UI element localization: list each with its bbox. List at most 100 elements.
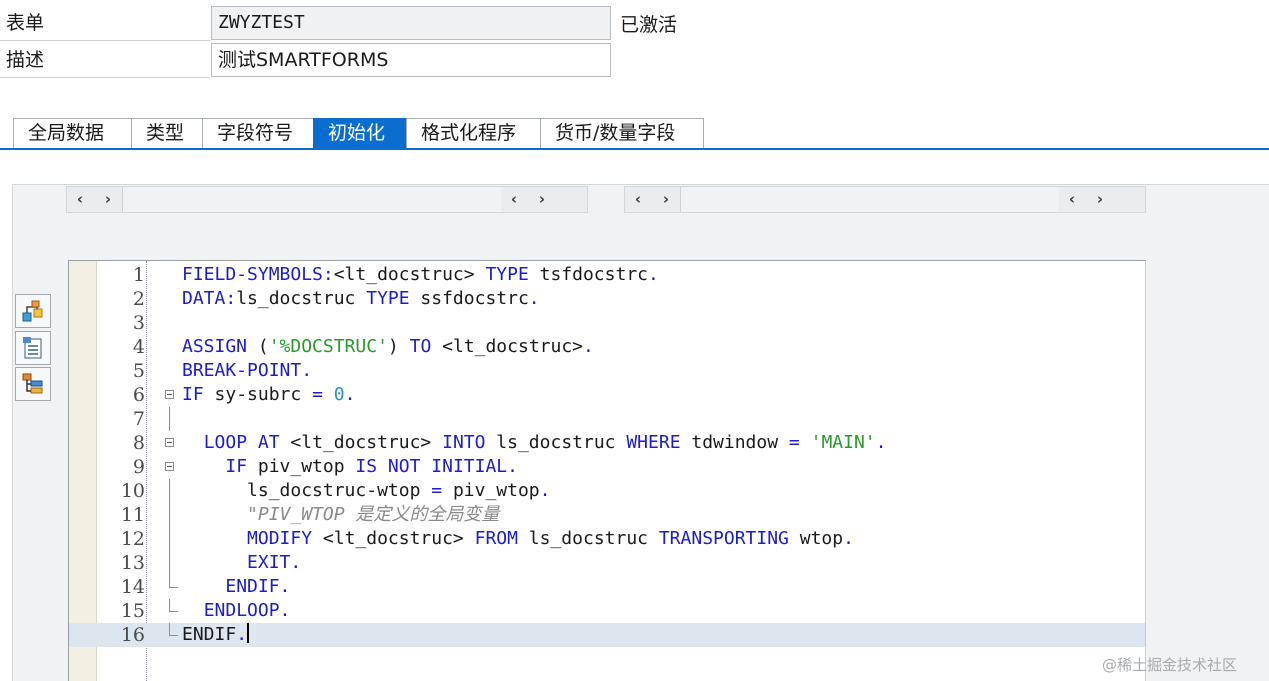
code-line[interactable]: 6 IF sy-subrc = 0. [69,383,1145,407]
code-token: . [539,480,551,501]
description-label: 描述 [0,43,210,78]
code-token: TO [409,336,443,357]
code-token: INTO [442,432,497,453]
code-token: MODIFY [247,528,323,549]
line-number: 12 [120,528,145,550]
tab-strip: 全局数据 类型 字段符号 初始化 格式化程序 货币/数量字段 [13,118,704,150]
code-line[interactable]: 5 BREAK-POINT. [69,359,1145,383]
code-line[interactable]: 11 "PIV_WTOP 是定义的全局变量 [69,503,1145,527]
fold-collapse-icon[interactable] [165,390,174,399]
code-token: EXIT. [247,552,302,573]
code-token: . [648,264,659,285]
line-number: 11 [120,504,145,526]
line-number: 9 [132,456,145,478]
code-token: WHERE [626,432,692,453]
code-line[interactable]: 10 ls_docstruc-wtop = piv_wtop. [69,479,1145,503]
code-line[interactable]: 9 IF piv_wtop IS NOT INITIAL. [69,455,1145,479]
watermark-text: @稀土掘金技术社区 [1102,656,1238,674]
fold-guide [169,551,170,575]
output-params-scrollbar[interactable]: ‹ › ‹ › [624,186,1146,213]
code-token: '%DOCSTRUC' [268,336,388,357]
code-line[interactable]: 12 MODIFY <lt_docstruc> FROM ls_docstruc… [69,527,1145,551]
scroll-right-icon[interactable]: › [95,187,121,212]
code-text: BREAK-POINT. [182,359,312,383]
code-line[interactable]: 13 EXIT. [69,551,1145,575]
fold-guide [169,479,170,503]
code-token: . [583,336,594,357]
line-number: 16 [120,624,145,646]
code-line[interactable]: 14 ENDIF. [69,575,1145,599]
code-line[interactable]: 4 ASSIGN ('%DOCSTRUC') TO <lt_docstruc>. [69,335,1145,359]
code-line[interactable]: 1 FIELD-SYMBOLS:<lt_docstruc> TYPE tsfdoc… [69,263,1145,287]
scroll-track[interactable] [123,187,501,212]
code-token: <lt_docstruc> [442,336,584,357]
line-number: 1 [132,264,145,286]
scroll-left-icon[interactable]: ‹ [67,187,93,212]
structure-icon [22,373,43,394]
code-text: IF piv_wtop IS NOT INITIAL. [182,455,518,479]
scroll-right-icon[interactable]: › [653,187,679,212]
code-text: ASSIGN ('%DOCSTRUC') TO <lt_docstruc>. [182,335,594,359]
scroll-left-icon[interactable]: ‹ [1059,187,1085,212]
code-token: FROM [474,528,529,549]
code-text: ENDLOOP. [182,599,291,623]
tab-types[interactable]: 类型 [131,118,203,148]
line-number: 6 [132,384,145,406]
code-token: DATA: [182,288,237,309]
fold-end-marker [169,599,178,612]
code-token: BREAK-POINT. [182,360,313,381]
code-line[interactable]: 2 DATA:ls_docstruc TYPE ssfdocstrc. [69,287,1145,311]
code-token: TYPE [485,264,540,285]
code-editor[interactable]: 1 FIELD-SYMBOLS:<lt_docstruc> TYPE tsfdoc… [68,260,1146,681]
fold-collapse-icon[interactable] [165,438,174,447]
tab-global-data[interactable]: 全局数据 [13,118,132,148]
description-field[interactable]: 测试SMARTFORMS [211,43,611,77]
code-line[interactable]: 16 ENDIF. [69,623,1145,647]
input-params-scrollbar[interactable]: ‹ › ‹ › [66,186,588,213]
tree-hierarchy-button[interactable] [15,294,51,328]
line-number: 2 [132,288,145,310]
code-text: MODIFY <lt_docstruc> FROM ls_docstruc TR… [182,527,854,551]
code-token: ASSIGN [182,336,258,357]
code-token: FIELD-SYMBOLS: [182,264,334,285]
code-line[interactable]: 8 LOOP AT <lt_docstruc> INTO ls_docstruc… [69,431,1145,455]
scroll-track[interactable] [681,187,1059,212]
code-token: ENDIF [182,624,237,645]
code-token: . [236,624,248,645]
code-token: = [788,432,811,453]
code-token: TYPE [366,288,421,309]
tab-field-symbols[interactable]: 字段符号 [202,118,314,148]
line-number: 13 [120,552,145,574]
text-cursor [247,623,250,643]
tree-hierarchy-icon [22,300,43,322]
code-token: ssfdocstrc [420,288,529,309]
scroll-right-icon[interactable]: › [1087,187,1113,212]
tab-initialization[interactable]: 初始化 [313,118,407,148]
structure-button[interactable] [15,367,51,401]
scroll-left-icon[interactable]: ‹ [625,187,651,212]
code-token: piv_wtop [257,456,356,477]
code-line[interactable]: 15 ENDLOOP. [69,599,1145,623]
line-number: 14 [120,576,145,598]
code-token: sy-subrc [214,384,313,405]
form-name-field[interactable]: ZWYZTEST [211,6,611,40]
code-token: ls_docstruc [528,528,659,549]
fold-collapse-icon[interactable] [165,462,174,471]
code-line[interactable]: 3 [69,311,1145,335]
scroll-left-icon[interactable]: ‹ [501,187,527,212]
tab-form-routines[interactable]: 格式化程序 [406,118,541,148]
code-text: EXIT. [182,551,301,575]
tab-currency-quantity-fields[interactable]: 货币/数量字段 [540,118,704,148]
code-token: ls_docstruc [496,432,627,453]
scroll-right-icon[interactable]: › [529,187,555,212]
code-token: . [528,288,540,309]
document-list-button[interactable] [15,331,51,365]
code-text: FIELD-SYMBOLS:<lt_docstruc> TYPE tsfdocs… [182,263,659,287]
code-line[interactable]: 7 [69,407,1145,431]
